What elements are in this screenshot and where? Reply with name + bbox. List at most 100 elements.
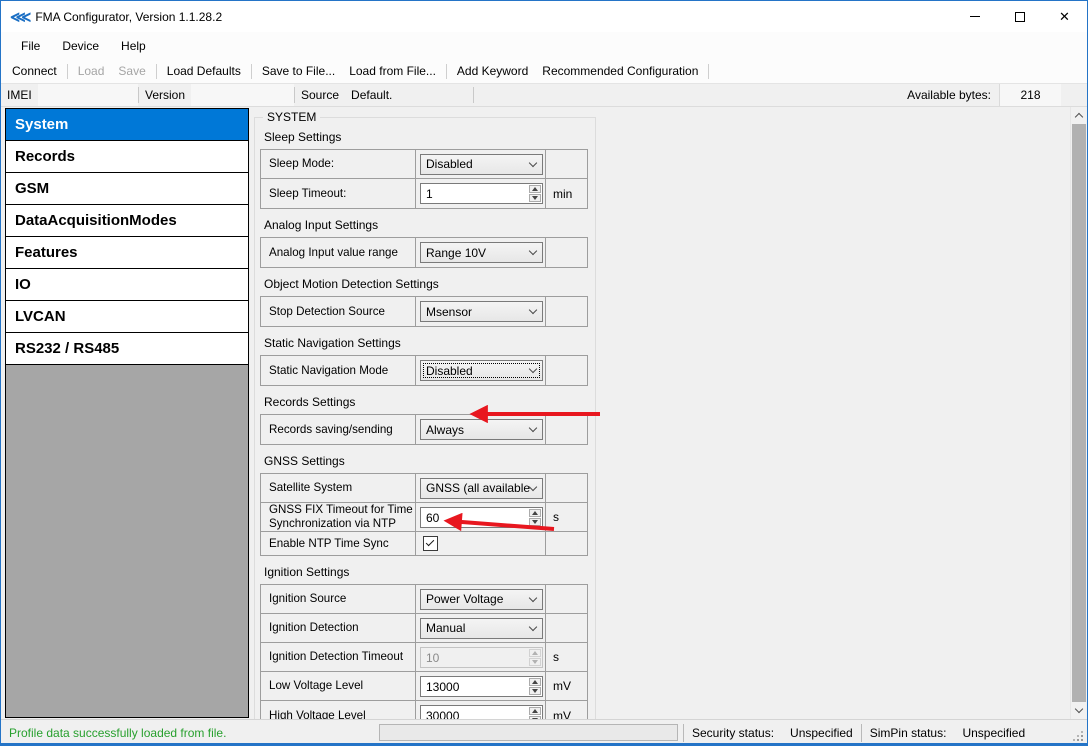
window-controls: ✕: [952, 1, 1087, 32]
setting-label: Analog Input value range: [261, 238, 416, 267]
sleep-mode-dropdown[interactable]: Disabled: [420, 154, 543, 175]
settings-section-records-settings: Records SettingsRecords saving/sendingAl…: [255, 395, 595, 445]
setting-label-text: Analog Input value range: [269, 246, 398, 260]
minimize-button[interactable]: [952, 1, 997, 32]
unit-label: [546, 532, 587, 555]
sleep-timeout-value: 1: [421, 184, 528, 203]
setting-label: Low Voltage Level: [261, 672, 416, 700]
gnss-fix-timeout-for-time-synchronization-via-ntp-value: 60: [421, 508, 528, 527]
titlebar[interactable]: ⋘ FMA Configurator, Version 1.1.28.2 ✕: [1, 1, 1087, 32]
sidebar-item-io[interactable]: IO: [6, 269, 248, 301]
setting-control-cell: 60: [416, 503, 546, 531]
stop-detection-source-value: Msensor: [426, 305, 530, 319]
satellite-system-dropdown[interactable]: GNSS (all available): [420, 478, 543, 499]
imei-segment: IMEI: [1, 84, 138, 106]
maximize-button[interactable]: [997, 1, 1042, 32]
toolbar: ConnectLoadSaveLoad DefaultsSave to File…: [1, 59, 1087, 83]
chevron-down-icon: [1075, 705, 1083, 713]
spin-up-icon[interactable]: [529, 185, 541, 193]
menu-help[interactable]: Help: [110, 34, 157, 58]
toolbar-separator: [446, 64, 447, 79]
simpin-status-value: Unspecified: [962, 726, 1025, 740]
security-status-label: Security status:: [692, 726, 774, 740]
unit-label: [546, 585, 587, 613]
unit-label: [546, 150, 587, 178]
toolbar-save-to-file[interactable]: Save to File...: [255, 64, 342, 78]
setting-control-cell: Disabled: [416, 150, 546, 178]
vertical-scrollbar[interactable]: [1070, 107, 1087, 719]
setting-label: Sleep Mode:: [261, 150, 416, 178]
sidebar-item-system[interactable]: System: [6, 109, 248, 141]
gnss-fix-timeout-for-time-synchronization-via-ntp-input[interactable]: 60: [420, 507, 543, 528]
setting-label-text: Ignition Detection: [269, 621, 359, 635]
setting-label: High Voltage Level: [261, 701, 416, 719]
spin-down-icon[interactable]: [529, 518, 541, 526]
menu-device[interactable]: Device: [51, 34, 110, 58]
table-row: Ignition Detection Timeout10s: [261, 643, 587, 672]
ignition-source-dropdown[interactable]: Power Voltage: [420, 589, 543, 610]
settings-table: Static Navigation ModeDisabled: [260, 355, 588, 386]
toolbar-recommended-configuration[interactable]: Recommended Configuration: [535, 64, 705, 78]
enable-ntp-time-sync-checkbox[interactable]: [423, 536, 438, 551]
menu-file[interactable]: File: [10, 34, 51, 58]
chevron-down-icon: [529, 482, 537, 490]
sidebar-item-dataacquisitionmodes[interactable]: DataAcquisitionModes: [6, 205, 248, 237]
scroll-up-button[interactable]: [1071, 107, 1087, 124]
version-segment: Version: [139, 84, 294, 106]
settings-table: Analog Input value range Range 10V: [260, 237, 588, 268]
status-separator: [683, 724, 684, 742]
app-window: ⋘ FMA Configurator, Version 1.1.28.2 ✕ F…: [0, 0, 1088, 746]
static-navigation-mode-dropdown[interactable]: Disabled: [420, 360, 543, 381]
close-button[interactable]: ✕: [1042, 1, 1087, 32]
setting-control-cell: GNSS (all available): [416, 474, 546, 502]
settings-table: Ignition SourcePower Voltage Ignition Det…: [260, 584, 588, 719]
unit-label: [546, 614, 587, 642]
toolbar-load-from-file[interactable]: Load from File...: [342, 64, 443, 78]
stop-detection-source-dropdown[interactable]: Msensor: [420, 301, 543, 322]
static-navigation-mode-value: Disabled: [426, 364, 530, 378]
setting-label: Ignition Source: [261, 585, 416, 613]
resize-grip[interactable]: [1071, 729, 1084, 742]
sidebar-item-gsm[interactable]: GSM: [6, 173, 248, 205]
setting-label-text: GNSS FIX Timeout for Time Synchronizatio…: [269, 503, 415, 531]
scrollbar-thumb[interactable]: [1072, 124, 1086, 702]
settings-section-analog-input-settings: Analog Input Settings Analog Input value …: [255, 218, 595, 268]
toolbar-connect[interactable]: Connect: [5, 64, 64, 78]
settings-table: Records saving/sendingAlways: [260, 414, 588, 445]
app-icon: ⋘: [10, 8, 29, 26]
low-voltage-level-input[interactable]: 13000: [420, 676, 543, 697]
setting-control-cell: 30000: [416, 701, 546, 719]
sidebar-item-rs232-rs485[interactable]: RS232 / RS485: [6, 333, 248, 365]
source-value: Default.: [345, 88, 398, 102]
high-voltage-level-value: 30000: [421, 706, 528, 719]
source-label: Source: [295, 88, 345, 102]
setting-control-cell: Range 10V: [416, 238, 546, 267]
version-label: Version: [139, 88, 191, 102]
section-title: Analog Input Settings: [264, 218, 595, 232]
spin-down-icon[interactable]: [529, 687, 541, 695]
ignition-detection-dropdown[interactable]: Manual: [420, 618, 543, 639]
toolbar-separator: [67, 64, 68, 79]
toolbar-add-keyword[interactable]: Add Keyword: [450, 64, 535, 78]
setting-label-text: Sleep Mode:: [269, 157, 334, 171]
spin-down-icon[interactable]: [529, 194, 541, 202]
high-voltage-level-input[interactable]: 30000: [420, 705, 543, 719]
spin-up-icon[interactable]: [529, 509, 541, 517]
settings-section-gnss-settings: GNSS SettingsSatellite SystemGNSS (all a…: [255, 454, 595, 556]
table-row: Records saving/sendingAlways: [261, 415, 587, 444]
scroll-down-button[interactable]: [1071, 702, 1087, 719]
sidebar-item-features[interactable]: Features: [6, 237, 248, 269]
toolbar-load-defaults[interactable]: Load Defaults: [160, 64, 248, 78]
records-saving-sending-value: Always: [426, 423, 530, 437]
settings-section-static-navigation-settings: Static Navigation SettingsStatic Navigat…: [255, 336, 595, 386]
spin-up-icon[interactable]: [529, 707, 541, 715]
spin-up-icon[interactable]: [529, 678, 541, 686]
analog-input-value-range-dropdown[interactable]: Range 10V: [420, 242, 543, 263]
version-value-field: [191, 84, 294, 106]
setting-label-text: Low Voltage Level: [269, 679, 363, 693]
sidebar-item-lvcan[interactable]: LVCAN: [6, 301, 248, 333]
sleep-timeout-input[interactable]: 1: [420, 183, 543, 204]
sidebar-item-records[interactable]: Records: [6, 141, 248, 173]
records-saving-sending-dropdown[interactable]: Always: [420, 419, 543, 440]
window-title: FMA Configurator, Version 1.1.28.2: [35, 10, 222, 24]
